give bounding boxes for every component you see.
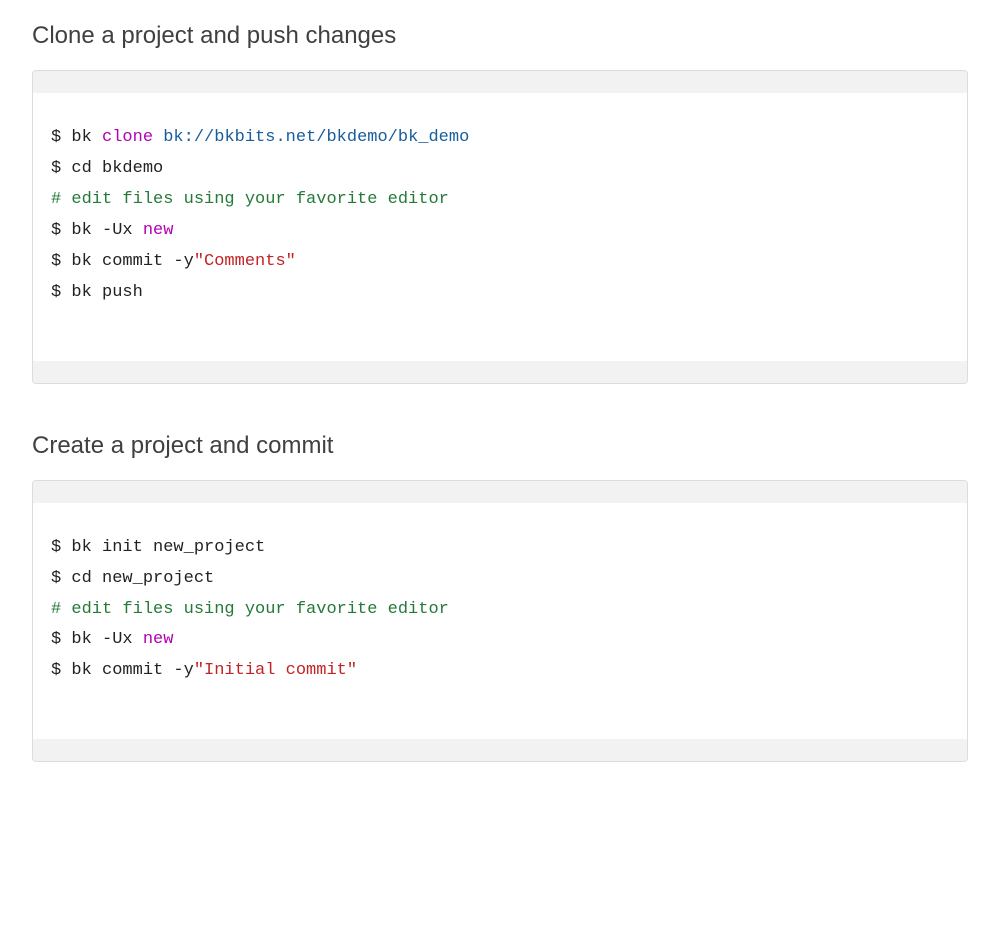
code-token: bkdemo	[102, 159, 163, 178]
code-line: $ cd new_project	[51, 564, 949, 595]
code-token: bk -Ux	[71, 630, 142, 649]
section-clone: Clone a project and push changes $ bk cl…	[32, 22, 968, 384]
code-token: new	[143, 630, 174, 649]
code-token: bk commit -y	[71, 252, 193, 271]
code-token: "Initial commit"	[194, 661, 357, 680]
code-line: $ bk init new_project	[51, 533, 949, 564]
code-line: # edit files using your favorite editor	[51, 595, 949, 626]
code-panel-topbar	[33, 481, 967, 503]
code-token: new	[143, 221, 174, 240]
code-line: # edit files using your favorite editor	[51, 185, 949, 216]
code-line: $ bk -Ux new	[51, 216, 949, 247]
code-line: $ bk clone bk://bkbits.net/bkdemo/bk_dem…	[51, 123, 949, 154]
page: Clone a project and push changes $ bk cl…	[0, 0, 1000, 850]
section-title: Clone a project and push changes	[32, 22, 968, 50]
code-token: $	[51, 569, 71, 588]
code-body: $ bk clone bk://bkbits.net/bkdemo/bk_dem…	[33, 93, 967, 361]
code-token: $	[51, 661, 71, 680]
code-token: bk://bkbits.net/bkdemo/bk_demo	[163, 128, 469, 147]
code-body: $ bk init new_project $ cd new_project #…	[33, 503, 967, 740]
code-token: $	[51, 283, 71, 302]
code-line: $ cd bkdemo	[51, 154, 949, 185]
section-title: Create a project and commit	[32, 432, 968, 460]
section-create: Create a project and commit $ bk init ne…	[32, 432, 968, 763]
code-panel: $ bk clone bk://bkbits.net/bkdemo/bk_dem…	[32, 70, 968, 384]
code-token: bk push	[71, 283, 142, 302]
code-token: # edit files using your favorite editor	[51, 600, 449, 619]
code-token: bk init new_project	[71, 538, 265, 557]
code-line: $ bk push	[51, 278, 949, 309]
code-token: $	[51, 630, 71, 649]
code-token: cd	[71, 159, 102, 178]
code-panel-topbar	[33, 71, 967, 93]
code-token: bk commit -y	[71, 661, 193, 680]
code-token: $	[51, 159, 71, 178]
code-token: cd	[71, 569, 102, 588]
code-token: $	[51, 538, 71, 557]
code-line: $ bk commit -y"Initial commit"	[51, 656, 949, 687]
code-panel-bottombar	[33, 739, 967, 761]
code-token: $	[51, 128, 71, 147]
code-token: # edit files using your favorite editor	[51, 190, 449, 209]
code-line: $ bk commit -y"Comments"	[51, 247, 949, 278]
code-line: $ bk -Ux new	[51, 625, 949, 656]
code-panel: $ bk init new_project $ cd new_project #…	[32, 480, 968, 763]
code-token: clone	[102, 128, 163, 147]
code-token: "Comments"	[194, 252, 296, 271]
code-token: bk -Ux	[71, 221, 142, 240]
code-panel-bottombar	[33, 361, 967, 383]
code-token: new_project	[102, 569, 214, 588]
code-token: $	[51, 252, 71, 271]
code-token: $	[51, 221, 71, 240]
code-token: bk	[71, 128, 102, 147]
